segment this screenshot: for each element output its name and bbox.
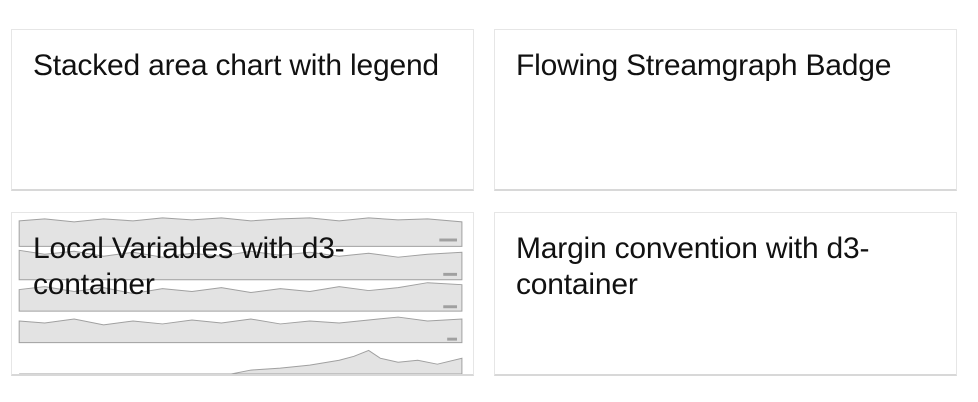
row-label-3 bbox=[443, 305, 458, 309]
area-row-5 bbox=[19, 349, 463, 374]
gallery-card-local-variables[interactable]: Local Variables with d3-container bbox=[11, 212, 474, 376]
gallery-card-margin-convention[interactable]: Margin convention with d3-container bbox=[494, 212, 957, 376]
row-label-4 bbox=[447, 337, 458, 341]
card-title: Local Variables with d3-container bbox=[33, 232, 345, 301]
card-title: Stacked area chart with legend bbox=[33, 49, 439, 82]
card-title: Margin convention with d3-container bbox=[516, 232, 870, 301]
gallery-card-flowing-streamgraph-badge[interactable]: Flowing Streamgraph Badge bbox=[494, 29, 957, 191]
area-row-4 bbox=[18, 316, 463, 344]
gallery-card-stacked-area-chart[interactable]: Stacked area chart with legend bbox=[11, 29, 474, 191]
card-title: Flowing Streamgraph Badge bbox=[516, 49, 892, 82]
